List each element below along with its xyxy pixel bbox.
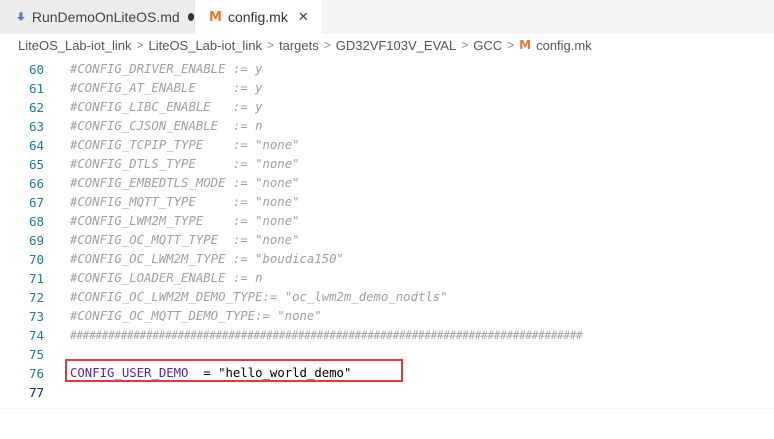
code-line[interactable]: 67 #CONFIG_MQTT_TYPE := "none" — [0, 193, 774, 212]
line-number: 77 — [28, 385, 44, 400]
code-line[interactable]: 63 #CONFIG_CJSON_ENABLE := n — [0, 117, 774, 136]
code-line[interactable]: 70 #CONFIG_OC_LWM2M_TYPE := "boudica150" — [0, 250, 774, 269]
tab-config-mk[interactable]: M config.mk ✕ — [195, 0, 322, 34]
code-line[interactable]: 72 #CONFIG_OC_LWM2M_DEMO_TYPE:= "oc_lwm2… — [0, 288, 774, 307]
line-number: 69 — [28, 233, 44, 248]
code-text: ########################################… — [70, 328, 583, 342]
line-number: 71 — [28, 271, 44, 286]
divider — [0, 408, 774, 409]
chevron-right-icon: > — [323, 38, 331, 52]
chevron-right-icon: > — [266, 38, 274, 52]
chevron-right-icon: > — [507, 38, 515, 52]
chevron-right-icon: > — [461, 38, 469, 52]
tab-label: RunDemoOnLiteOS.md — [31, 9, 180, 25]
code-line[interactable]: 66 #CONFIG_EMBEDTLS_MODE := "none" — [0, 174, 774, 193]
code-line-current[interactable]: 77 — [0, 383, 774, 402]
line-number: 61 — [28, 81, 44, 96]
code-text: #CONFIG_OC_MQTT_TYPE := "none" — [70, 233, 300, 247]
line-number: 64 — [28, 138, 44, 153]
breadcrumb: LiteOS_Lab-iot_link > LiteOS_Lab-iot_lin… — [0, 34, 774, 56]
tab-label: config.mk — [227, 9, 288, 25]
code-line[interactable]: 62 #CONFIG_LIBC_ENABLE := y — [0, 98, 774, 117]
tab-bar: RunDemoOnLiteOS.md M config.mk ✕ — [0, 0, 774, 34]
code-line[interactable]: 69 #CONFIG_OC_MQTT_TYPE := "none" — [0, 231, 774, 250]
chevron-right-icon: > — [136, 38, 144, 52]
highlight-box — [65, 359, 403, 382]
code-line[interactable]: 64 #CONFIG_TCPIP_TYPE := "none" — [0, 136, 774, 155]
line-number: 66 — [28, 176, 44, 191]
breadcrumb-item[interactable]: LiteOS_Lab-iot_link — [18, 38, 131, 53]
breadcrumb-item-file[interactable]: config.mk — [536, 38, 592, 53]
code-text: #CONFIG_LOADER_ENABLE := n — [70, 271, 263, 285]
code-text: #CONFIG_AT_ENABLE := y — [70, 81, 263, 95]
line-number: 75 — [28, 347, 44, 362]
code-text: #CONFIG_LIBC_ENABLE := y — [70, 100, 263, 114]
code-text: #CONFIG_MQTT_TYPE := "none" — [70, 195, 300, 209]
line-number: 70 — [28, 252, 44, 267]
tab-rundemo-md[interactable]: RunDemoOnLiteOS.md — [0, 0, 195, 34]
code-text: #CONFIG_EMBEDTLS_MODE := "none" — [70, 176, 300, 190]
makefile-icon: M — [519, 38, 532, 52]
code-text: #CONFIG_OC_LWM2M_DEMO_TYPE:= "oc_lwm2m_d… — [70, 290, 448, 304]
line-number: 72 — [28, 290, 44, 305]
breadcrumb-item[interactable]: LiteOS_Lab-iot_link — [148, 38, 261, 53]
code-text: #CONFIG_OC_LWM2M_TYPE := "boudica150" — [70, 252, 344, 266]
code-line[interactable]: 74 #####################################… — [0, 326, 774, 345]
code-text: #CONFIG_LWM2M_TYPE := "none" — [70, 214, 300, 228]
breadcrumb-item[interactable]: GD32VF103V_EVAL — [336, 38, 456, 53]
code-text: #CONFIG_DRIVER_ENABLE := y — [70, 62, 263, 76]
breadcrumb-item[interactable]: targets — [279, 38, 319, 53]
makefile-icon: M — [209, 9, 222, 25]
code-line[interactable]: 65 #CONFIG_DTLS_TYPE := "none" — [0, 155, 774, 174]
line-number: 68 — [28, 214, 44, 229]
code-line[interactable]: 68 #CONFIG_LWM2M_TYPE := "none" — [0, 212, 774, 231]
code-text: #CONFIG_OC_MQTT_DEMO_TYPE:= "none" — [70, 309, 322, 323]
line-number: 67 — [28, 195, 44, 210]
close-icon[interactable]: ✕ — [298, 10, 309, 25]
markdown-icon — [17, 12, 25, 21]
line-number: 76 — [28, 366, 44, 381]
code-line[interactable]: 60 #CONFIG_DRIVER_ENABLE := y — [0, 60, 774, 79]
line-number: 60 — [28, 62, 44, 77]
line-number: 62 — [28, 100, 44, 115]
code-line[interactable]: 73 #CONFIG_OC_MQTT_DEMO_TYPE:= "none" — [0, 307, 774, 326]
line-number: 65 — [28, 157, 44, 172]
code-line[interactable]: 71 #CONFIG_LOADER_ENABLE := n — [0, 269, 774, 288]
code-text: #CONFIG_DTLS_TYPE := "none" — [70, 157, 300, 171]
line-number: 63 — [28, 119, 44, 134]
code-line[interactable]: 61 #CONFIG_AT_ENABLE := y — [0, 79, 774, 98]
unsaved-dot-icon[interactable] — [187, 13, 194, 21]
line-number: 74 — [28, 328, 44, 343]
line-number: 73 — [28, 309, 44, 324]
code-text: #CONFIG_CJSON_ENABLE := n — [70, 119, 263, 133]
breadcrumb-item[interactable]: GCC — [473, 38, 502, 53]
editor-window: RunDemoOnLiteOS.md M config.mk ✕ LiteOS_… — [0, 0, 774, 439]
code-text: #CONFIG_TCPIP_TYPE := "none" — [70, 138, 300, 152]
